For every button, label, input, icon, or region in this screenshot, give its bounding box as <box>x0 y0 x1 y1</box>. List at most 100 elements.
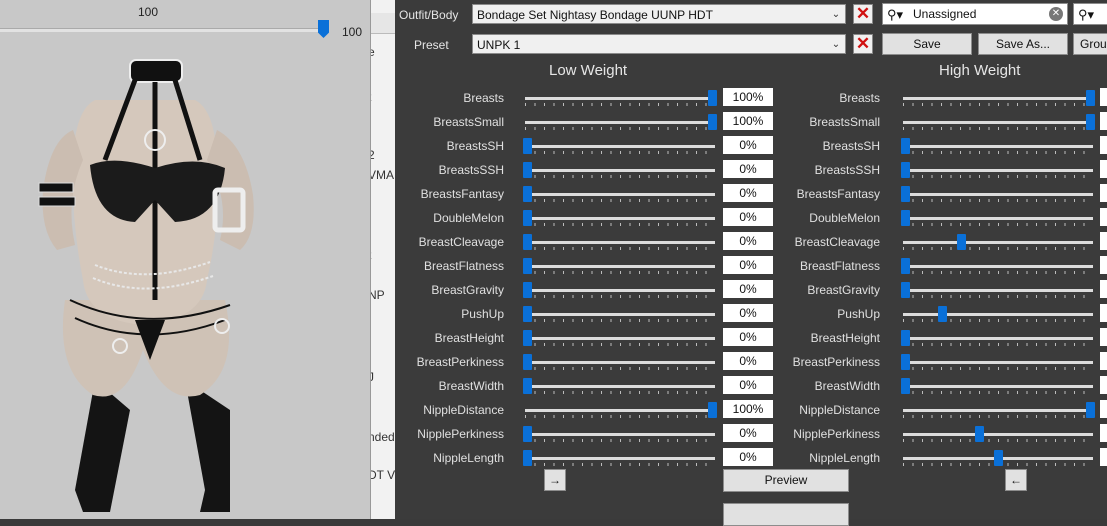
preview-button[interactable]: Preview <box>723 469 849 492</box>
save-as-button[interactable]: Save As... <box>978 33 1068 55</box>
slider-track-low[interactable] <box>525 409 715 412</box>
slider-value-low[interactable]: 0% <box>723 208 773 226</box>
group-button[interactable]: Grou <box>1073 33 1107 55</box>
slider-thumb-low[interactable] <box>523 258 532 274</box>
slider-track-high[interactable] <box>903 337 1093 340</box>
slider-value-low[interactable]: 0% <box>723 136 773 154</box>
slider-value-high[interactable] <box>1100 232 1107 250</box>
list-item[interactable]: nded <box>371 430 395 444</box>
clear-outfit-button[interactable]: ✕ <box>853 4 873 24</box>
slider-value-high[interactable] <box>1100 448 1107 466</box>
slider-value-high[interactable] <box>1100 352 1107 370</box>
slider-value-low[interactable]: 0% <box>723 424 773 442</box>
slider-value-high[interactable] <box>1100 184 1107 202</box>
slider-value-low[interactable]: 0% <box>723 184 773 202</box>
slider-thumb-high[interactable] <box>1086 402 1095 418</box>
slider-track-high[interactable] <box>903 169 1093 172</box>
list-item[interactable]: J <box>371 370 374 384</box>
slider-track-high[interactable] <box>903 433 1093 436</box>
slider-value-low[interactable]: 100% <box>723 88 773 106</box>
slider-track-high[interactable] <box>903 289 1093 292</box>
slider-value-low[interactable]: 100% <box>723 112 773 130</box>
slider-thumb-low[interactable] <box>523 210 532 226</box>
slider-value-high[interactable] <box>1100 424 1107 442</box>
slider-thumb-low[interactable] <box>523 426 532 442</box>
slider-track-low[interactable] <box>525 169 715 172</box>
list-item[interactable]: e <box>371 45 375 59</box>
slider-thumb-low[interactable] <box>523 330 532 346</box>
list-item[interactable]: t <box>371 248 372 262</box>
hidden-slider-list[interactable]: e t 2 VMA t NP J nded DT V <box>370 0 396 519</box>
slider-thumb-low[interactable] <box>708 90 717 106</box>
second-filter-search[interactable]: ⚲▾ <box>1073 3 1107 25</box>
slider-thumb-high[interactable] <box>975 426 984 442</box>
clear-preset-button[interactable]: ✕ <box>853 34 873 54</box>
slider-track-low[interactable] <box>525 193 715 196</box>
slider-value-high[interactable] <box>1100 256 1107 274</box>
copy-left-button[interactable]: ← <box>1005 469 1027 491</box>
slider-thumb-low[interactable] <box>523 138 532 154</box>
slider-track-low[interactable] <box>525 289 715 292</box>
slider-track-high[interactable] <box>903 121 1093 124</box>
slider-thumb-high[interactable] <box>901 162 910 178</box>
preview-viewport[interactable]: 100 100 <box>0 0 370 519</box>
slider-value-high[interactable] <box>1100 208 1107 226</box>
slider-track-low[interactable] <box>525 217 715 220</box>
slider-value-high[interactable] <box>1100 376 1107 394</box>
list-item[interactable]: NP <box>371 288 385 302</box>
slider-thumb-low[interactable] <box>523 282 532 298</box>
slider-track-high[interactable] <box>903 145 1093 148</box>
slider-value-low[interactable]: 100% <box>723 400 773 418</box>
slider-thumb-low[interactable] <box>523 162 532 178</box>
outfit-body-select[interactable]: Bondage Set Nightasy Bondage UUNP HDT ⌄ <box>472 4 846 24</box>
slider-value-low[interactable]: 0% <box>723 376 773 394</box>
copy-right-button[interactable]: → <box>544 469 566 491</box>
slider-value-low[interactable]: 0% <box>723 256 773 274</box>
slider-track-low[interactable] <box>525 145 715 148</box>
slider-thumb-low[interactable] <box>708 114 717 130</box>
slider-thumb-high[interactable] <box>901 330 910 346</box>
slider-thumb-high[interactable] <box>901 378 910 394</box>
slider-track-low[interactable] <box>525 121 715 124</box>
slider-value-high[interactable] <box>1100 328 1107 346</box>
slider-thumb-high[interactable] <box>956 234 966 250</box>
slider-value-low[interactable]: 0% <box>723 232 773 250</box>
slider-track-low[interactable] <box>525 241 715 244</box>
preset-select[interactable]: UNPK 1 ⌄ <box>472 34 846 54</box>
slider-thumb-high[interactable] <box>901 282 910 298</box>
list-item[interactable]: t <box>371 90 372 104</box>
slider-track-low[interactable] <box>525 313 715 316</box>
slider-thumb-low[interactable] <box>523 234 532 250</box>
slider-thumb-high[interactable] <box>1086 90 1095 106</box>
slider-thumb-high[interactable] <box>901 210 910 226</box>
list-item[interactable]: DT V <box>371 468 395 482</box>
slider-track-low[interactable] <box>525 433 715 436</box>
top-slider-thumb[interactable] <box>318 20 329 38</box>
slider-track-high[interactable] <box>903 193 1093 196</box>
slider-thumb-high[interactable] <box>1086 114 1095 130</box>
list-item[interactable]: VMA <box>371 168 394 182</box>
slider-value-high[interactable] <box>1100 88 1107 106</box>
slider-track-low[interactable] <box>525 385 715 388</box>
slider-value-low[interactable]: 0% <box>723 352 773 370</box>
slider-thumb-low[interactable] <box>523 306 532 322</box>
slider-thumb-low[interactable] <box>523 450 532 466</box>
slider-track-high[interactable] <box>903 409 1093 412</box>
slider-thumb-high[interactable] <box>901 138 910 154</box>
slider-track-high[interactable] <box>903 265 1093 268</box>
slider-track-low[interactable] <box>525 457 715 460</box>
slider-thumb-high[interactable] <box>938 306 947 322</box>
slider-value-low[interactable]: 0% <box>723 160 773 178</box>
slider-track-high[interactable] <box>903 217 1093 220</box>
clear-filter-icon[interactable]: ✕ <box>1049 7 1063 21</box>
slider-track-high[interactable] <box>903 241 1093 244</box>
top-slider-track[interactable] <box>0 28 322 32</box>
slider-thumb-high[interactable] <box>993 450 1003 466</box>
slider-track-high[interactable] <box>903 385 1093 388</box>
slider-track-high[interactable] <box>903 97 1093 100</box>
slider-track-high[interactable] <box>903 361 1093 364</box>
slider-track-low[interactable] <box>525 361 715 364</box>
slider-thumb-high[interactable] <box>901 186 910 202</box>
slider-value-low[interactable]: 0% <box>723 280 773 298</box>
slider-value-high[interactable] <box>1100 280 1107 298</box>
